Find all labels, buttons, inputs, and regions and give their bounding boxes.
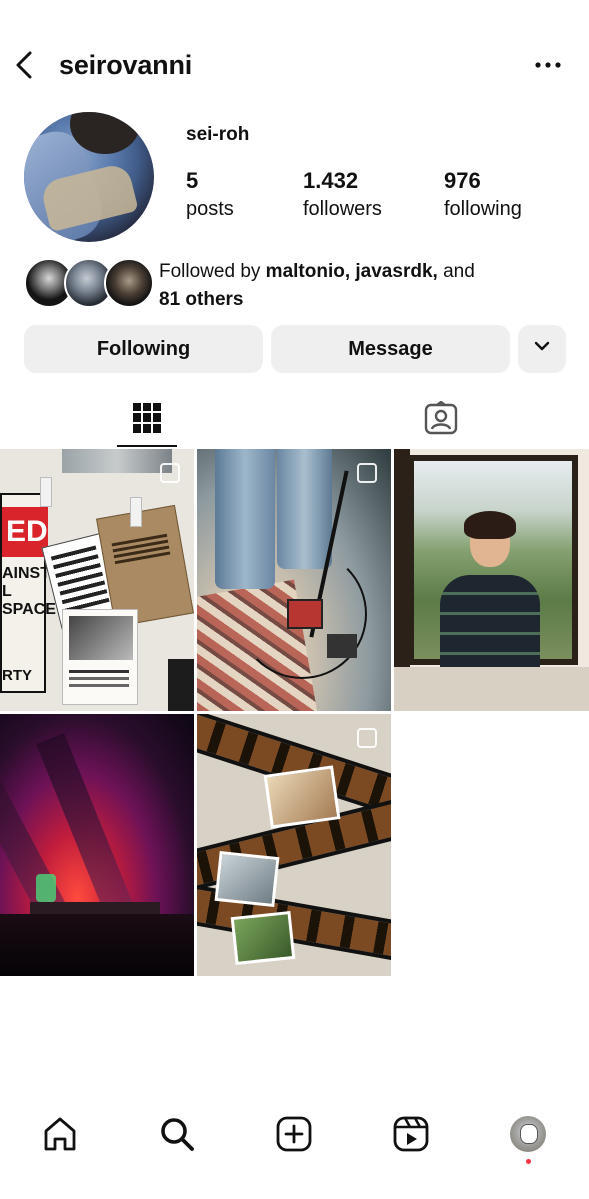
posts-count: 5 xyxy=(186,168,199,193)
followed-by-prefix: Followed by xyxy=(159,261,266,282)
following-button[interactable]: Following xyxy=(24,325,263,373)
plus-square-icon xyxy=(274,1116,314,1158)
nav-reels[interactable] xyxy=(391,1114,431,1154)
post-thumbnail[interactable] xyxy=(394,449,589,711)
message-button[interactable]: Message xyxy=(271,325,510,373)
mutual-avatar xyxy=(104,258,154,308)
following-label: following xyxy=(444,198,522,220)
post-thumbnail[interactable] xyxy=(0,714,194,976)
search-icon xyxy=(157,1118,197,1158)
followed-by-connector: and xyxy=(437,261,475,282)
stat-followers[interactable]: 1.432 followers xyxy=(303,168,382,221)
display-name: sei-roh xyxy=(186,124,250,145)
followers-label: followers xyxy=(303,198,382,220)
carousel-icon xyxy=(160,463,180,483)
post-thumbnail[interactable]: ED AINST L SPACE RTY xyxy=(0,449,194,711)
followed-by-others: 81 others xyxy=(159,289,244,310)
nav-search[interactable] xyxy=(157,1114,197,1154)
top-bar: seirovanni xyxy=(0,40,589,90)
posts-label: posts xyxy=(186,198,234,220)
reels-icon xyxy=(391,1116,431,1158)
more-options-icon[interactable] xyxy=(532,54,564,76)
stat-following[interactable]: 976 following xyxy=(444,168,522,221)
carousel-icon xyxy=(357,728,377,748)
mutual-followers-avatars[interactable] xyxy=(24,258,154,308)
grid-icon xyxy=(133,403,161,438)
bottom-nav xyxy=(0,1108,589,1164)
tab-grid[interactable] xyxy=(117,395,177,447)
nav-create[interactable] xyxy=(274,1114,314,1154)
tagged-person-icon xyxy=(424,400,458,440)
post-thumbnail[interactable] xyxy=(197,714,391,976)
back-chevron-icon[interactable] xyxy=(10,48,40,82)
suggested-dropdown-button[interactable] xyxy=(518,325,566,373)
profile-avatar[interactable] xyxy=(24,112,154,242)
chevron-down-icon xyxy=(532,336,552,362)
post-thumbnail[interactable] xyxy=(197,449,391,711)
followed-by-names: maltonio, javasrdk, xyxy=(265,261,438,282)
following-count: 976 xyxy=(444,168,481,193)
active-tab-indicator xyxy=(117,445,177,447)
poster-graphic: ED AINST L SPACE RTY xyxy=(0,493,56,693)
notification-dot xyxy=(526,1159,531,1164)
profile-avatar-small xyxy=(510,1116,546,1152)
followed-by-text[interactable]: Followed by maltonio, javasrdk, and 81 o… xyxy=(159,258,579,314)
followers-count: 1.432 xyxy=(303,168,359,193)
nav-profile[interactable] xyxy=(508,1114,548,1154)
tab-tagged[interactable] xyxy=(411,395,471,447)
home-icon xyxy=(40,1117,80,1158)
carousel-icon xyxy=(357,463,377,483)
profile-username: seirovanni xyxy=(59,50,193,80)
nav-home[interactable] xyxy=(40,1114,80,1154)
stat-posts[interactable]: 5 posts xyxy=(186,168,234,221)
